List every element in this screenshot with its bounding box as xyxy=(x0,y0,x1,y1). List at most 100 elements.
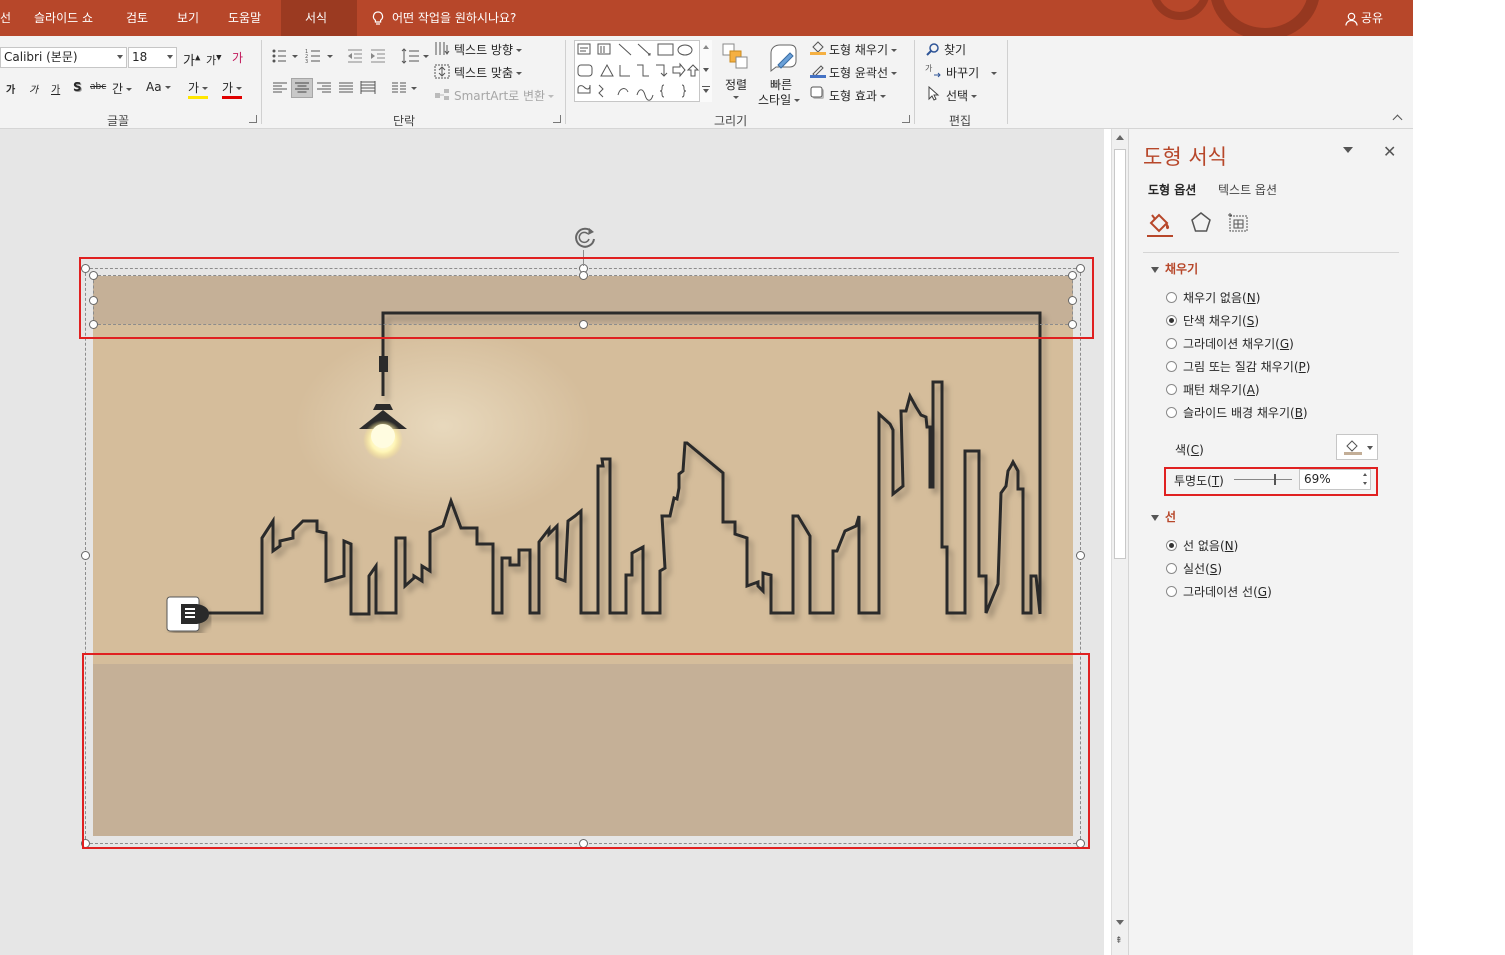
chevron-up-icon[interactable] xyxy=(703,45,709,49)
fill-color-picker[interactable] xyxy=(1336,434,1378,460)
previous-slide-icon[interactable]: ⇞ xyxy=(1115,937,1123,946)
pentagon-effects-icon[interactable] xyxy=(1189,211,1213,235)
align-right-icon[interactable] xyxy=(317,82,331,94)
fill-option-slide-background[interactable]: 슬라이드 배경 채우기(B) xyxy=(1166,404,1308,421)
highlight-button[interactable]: 가 xyxy=(188,79,209,99)
line-option-gradient[interactable]: 그라데이션 선(G) xyxy=(1166,583,1272,600)
resize-handle[interactable] xyxy=(1076,551,1085,560)
decrease-indent-icon[interactable] xyxy=(347,49,363,63)
tell-me-search[interactable]: 어떤 작업을 원하시나요? xyxy=(372,0,516,36)
align-text-button[interactable]: 텍스트 맞춤 xyxy=(454,64,523,81)
close-icon[interactable]: ✕ xyxy=(1383,142,1396,161)
shapes-gallery-scroll[interactable] xyxy=(699,40,712,102)
radio-button[interactable] xyxy=(1166,384,1177,395)
arrange-dropdown-arrow[interactable] xyxy=(733,96,739,99)
radio-button[interactable] xyxy=(1166,361,1177,372)
pane-options-chevron-down-icon[interactable] xyxy=(1343,147,1353,153)
underline-button[interactable]: 가 xyxy=(51,81,60,96)
tab-slideshow[interactable]: 슬라이드 쇼 xyxy=(34,0,93,36)
line-option-solid[interactable]: 실선(S) xyxy=(1166,560,1222,577)
gallery-more-icon[interactable] xyxy=(702,86,710,93)
align-center-button[interactable] xyxy=(291,78,313,98)
font-family-combo[interactable]: Calibri (본문) xyxy=(0,47,127,68)
scroll-down-arrow-icon[interactable] xyxy=(1116,920,1124,925)
radio-button[interactable] xyxy=(1166,586,1177,597)
tab-design-partial[interactable]: 선 xyxy=(0,0,11,36)
radio-button[interactable] xyxy=(1166,292,1177,303)
justify-icon[interactable] xyxy=(339,82,353,94)
grow-font-button[interactable]: 가▲ xyxy=(183,50,200,69)
align-left-icon[interactable] xyxy=(273,82,287,94)
tab-shape-options[interactable]: 도형 옵션 xyxy=(1148,181,1196,198)
size-properties-icon[interactable] xyxy=(1227,211,1251,235)
shape-fill-button[interactable]: 도형 채우기 xyxy=(829,41,898,58)
font-dialog-launcher[interactable] xyxy=(249,115,257,123)
align-text-icon[interactable] xyxy=(434,64,450,79)
select-button[interactable]: 선택 xyxy=(946,87,978,104)
italic-button[interactable]: 가 xyxy=(29,81,38,96)
char-spacing-button[interactable]: 간 xyxy=(112,80,133,97)
tell-me-text: 어떤 작업을 원하시나요? xyxy=(392,11,517,25)
bullets-icon[interactable] xyxy=(272,49,298,63)
transparency-input[interactable]: 69% xyxy=(1299,469,1371,490)
spin-down-icon[interactable] xyxy=(1363,482,1367,485)
drawing-dialog-launcher[interactable] xyxy=(902,115,910,123)
quick-styles-button[interactable]: 스타일 xyxy=(758,91,801,108)
shapes-gallery[interactable] xyxy=(574,40,712,102)
font-size-combo[interactable]: 18 xyxy=(128,47,177,68)
fill-option-pattern[interactable]: 패턴 채우기(A) xyxy=(1166,381,1260,398)
radio-button[interactable] xyxy=(1166,407,1177,418)
distributed-icon[interactable] xyxy=(360,81,376,95)
line-section-header[interactable]: 선 xyxy=(1151,508,1176,525)
fill-option-picture[interactable]: 그림 또는 질감 채우기(P) xyxy=(1166,358,1310,375)
spin-up-icon[interactable] xyxy=(1363,473,1367,476)
strikethrough-button[interactable]: abc xyxy=(90,82,106,92)
text-direction-icon[interactable] xyxy=(434,41,450,56)
tab-text-options[interactable]: 텍스트 옵션 xyxy=(1218,181,1277,198)
line-option-none[interactable]: 선 없음(N) xyxy=(1166,537,1238,554)
replace-button[interactable]: 바꾸기 xyxy=(946,64,998,81)
radio-button[interactable] xyxy=(1166,315,1177,326)
numbering-icon[interactable]: 123 xyxy=(305,49,333,63)
tab-format[interactable]: 서식 xyxy=(281,0,357,36)
tab-view[interactable]: 보기 xyxy=(177,0,199,36)
fill-line-tab[interactable] xyxy=(1147,211,1173,237)
font-group-label: 글꼴 xyxy=(107,114,130,128)
line-spacing-icon[interactable] xyxy=(401,48,429,64)
chevron-down-icon[interactable] xyxy=(703,68,709,72)
scrollbar-thumb[interactable] xyxy=(1114,149,1126,559)
paragraph-dialog-launcher[interactable] xyxy=(553,115,561,123)
share-button[interactable]: 공유 xyxy=(1345,0,1383,36)
fill-option-solid[interactable]: 단색 채우기(S) xyxy=(1166,312,1259,329)
transparency-slider[interactable] xyxy=(1234,479,1292,480)
clear-formatting-button[interactable]: 가 xyxy=(232,49,243,66)
fill-option-none[interactable]: 채우기 없음(N) xyxy=(1166,289,1260,306)
radio-button[interactable] xyxy=(1166,338,1177,349)
shrink-font-button[interactable]: 가▼ xyxy=(206,52,222,68)
fill-option-gradient[interactable]: 그라데이션 채우기(G) xyxy=(1166,335,1294,352)
rotate-handle-icon[interactable] xyxy=(572,224,598,250)
shape-outline-button[interactable]: 도형 윤곽선 xyxy=(829,64,898,81)
radio-button[interactable] xyxy=(1166,540,1177,551)
text-direction-button[interactable]: 텍스트 방향 xyxy=(454,41,523,58)
tab-help[interactable]: 도움말 xyxy=(228,0,261,36)
vertical-scrollbar[interactable]: ⇞ xyxy=(1111,129,1128,955)
smartart-icon xyxy=(435,89,449,100)
transparency-slider-thumb[interactable] xyxy=(1274,474,1276,485)
resize-handle[interactable] xyxy=(81,551,90,560)
shape-effects-button[interactable]: 도형 효과 xyxy=(829,87,886,104)
text-shadow-button[interactable]: S xyxy=(73,80,82,94)
radio-button[interactable] xyxy=(1166,563,1177,574)
collapse-ribbon-icon[interactable] xyxy=(1392,114,1403,125)
change-case-button[interactable]: Aa xyxy=(146,80,171,94)
arrange-button[interactable]: 정렬 xyxy=(724,76,748,93)
tab-review[interactable]: 검토 xyxy=(126,0,148,36)
scroll-up-arrow-icon[interactable] xyxy=(1116,135,1124,140)
columns-icon[interactable] xyxy=(392,82,418,94)
fill-section-header[interactable]: 채우기 xyxy=(1151,260,1198,277)
find-button[interactable]: 찾기 xyxy=(944,41,966,58)
increase-indent-icon[interactable] xyxy=(370,49,386,63)
shapes-gallery-icons xyxy=(577,43,700,101)
font-color-button[interactable]: 가 xyxy=(222,79,243,99)
bold-button[interactable]: 가 xyxy=(6,81,15,96)
